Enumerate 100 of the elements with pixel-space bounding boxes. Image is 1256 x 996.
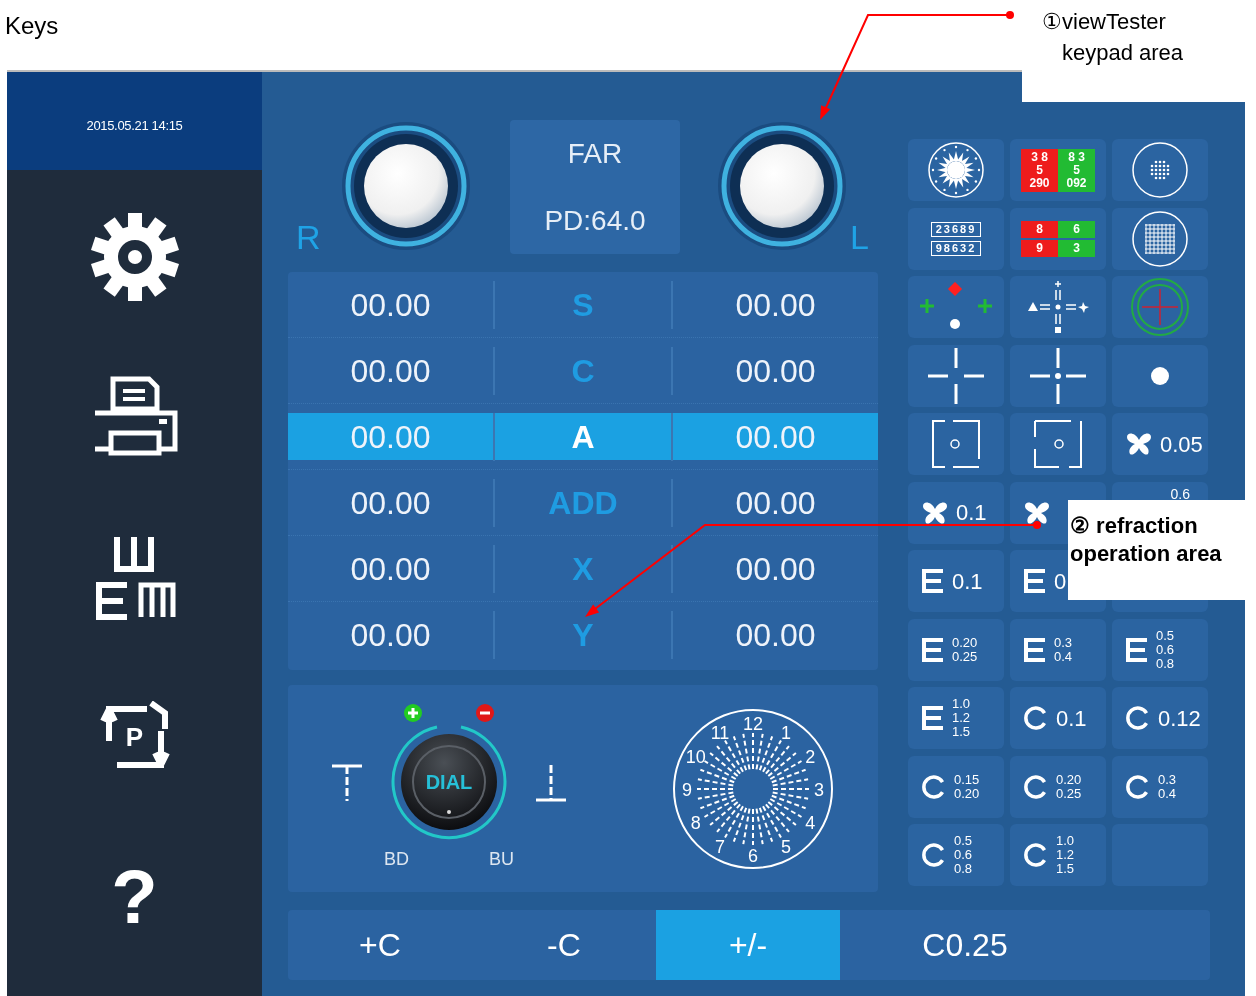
landolt-ring-icon <box>1024 774 1048 799</box>
chart-key[interactable]: 0.1 <box>908 550 1004 612</box>
left-eye-value: 00.00 <box>734 616 817 655</box>
duochrome-panel: 3 <box>1058 239 1095 257</box>
annotation-text: keypad area <box>1061 39 1185 67</box>
table-row[interactable]: 00.00 C 00.00 <box>288 347 878 394</box>
chart-key[interactable] <box>908 139 1004 201</box>
left-eye-value: 00.00 <box>734 285 817 325</box>
grid-circle-icon <box>1131 209 1189 268</box>
tumbling-e-icon <box>922 637 944 662</box>
eye-side-label: R <box>295 220 322 254</box>
dot-icon <box>1150 365 1170 386</box>
step-button[interactable]: C0.25 <box>840 910 1090 980</box>
fixation-marks-icon <box>918 282 994 332</box>
help-button[interactable]: ? <box>99 852 170 942</box>
tumbling-e-icon <box>1024 637 1046 662</box>
chart-key[interactable]: 0.20 0.25 <box>908 618 1004 681</box>
tumbling-e-icon <box>922 569 944 593</box>
right-eye-value: 00.00 <box>288 478 495 527</box>
chart-key[interactable] <box>1112 344 1208 407</box>
clock-number: 5 <box>781 836 791 857</box>
page-title: Keys <box>5 12 59 39</box>
butterfly-icon <box>1024 500 1050 525</box>
plus-icon <box>404 704 422 722</box>
program-button[interactable]: P <box>94 701 175 773</box>
chart-key[interactable]: 1.0 1.2 1.5 <box>908 687 1004 749</box>
chart-key[interactable]: 0.5 0.6 0.8 <box>908 824 1004 886</box>
clock-number: 7 <box>715 836 725 857</box>
chart-key[interactable]: 0.5 0.6 0.8 <box>1112 618 1208 681</box>
eye-lens-button[interactable] <box>716 120 848 252</box>
date-time: 2015.05.21 14:15 <box>86 117 183 135</box>
clock-number: 12 <box>743 713 763 734</box>
landolt-ring-icon <box>922 843 946 867</box>
right-eye-value: 00.00 <box>288 280 495 329</box>
base-up-label: BU <box>489 848 514 871</box>
crosshair-icon <box>1028 345 1088 406</box>
chart-key[interactable]: 0.20 0.25 <box>1010 755 1106 818</box>
chart-key[interactable]: 0.1 <box>1010 687 1106 749</box>
inverted-t-icon <box>534 762 568 803</box>
eye-side-label: L <box>850 220 869 254</box>
row-label: C <box>495 346 673 395</box>
chart-key[interactable]: 0.15 0.20 <box>908 755 1004 818</box>
clock-number: 10 <box>685 746 706 767</box>
left-eye-value: 00.00 <box>734 549 817 589</box>
eye-lens-button[interactable] <box>340 120 472 252</box>
right-eye-value: 00.00 <box>288 611 495 659</box>
minus-icon <box>476 704 494 722</box>
chart-key[interactable] <box>1010 413 1106 475</box>
annotation-text: ①viewTester <box>1042 8 1167 36</box>
dot-cluster-icon <box>1131 141 1189 199</box>
clock-number: 2 <box>805 746 816 767</box>
base-down-label: BD <box>384 848 409 871</box>
row-label: ADD <box>495 478 673 527</box>
tumbling-e-icon <box>1024 569 1046 593</box>
landolt-ring-icon <box>1126 706 1150 730</box>
left-eye-value: 00.00 <box>734 417 817 457</box>
table-row[interactable]: 00.00 S 00.00 <box>288 281 878 328</box>
clock-number: 9 <box>682 779 692 800</box>
chart-key[interactable]: 0.12 <box>1112 687 1208 749</box>
bracket-frame-icon <box>931 419 981 469</box>
chart-key[interactable]: 8 6 9 3 <box>1010 207 1106 270</box>
chart-key[interactable]: 23689 98632 <box>908 207 1004 270</box>
chart-key[interactable]: 0.05 <box>1112 413 1208 475</box>
step-button[interactable]: +C <box>288 910 472 980</box>
row-label: A <box>495 412 673 461</box>
number-frame: 98632 <box>930 240 982 256</box>
number-frame: 23689 <box>930 221 982 237</box>
butterfly-icon <box>922 500 948 525</box>
tumbling-e-icon <box>1126 637 1148 662</box>
table-row[interactable]: 00.00 ADD 00.00 <box>288 479 878 526</box>
chart-key[interactable] <box>1112 207 1208 270</box>
duochrome-panel: 3 8 5 290 <box>1021 148 1058 192</box>
chart-key[interactable] <box>1112 139 1208 201</box>
annotation-text: ② refraction <box>1070 512 1199 540</box>
duochrome-panel: 6 <box>1058 220 1095 238</box>
row-label: X <box>495 544 673 593</box>
chart-key[interactable] <box>908 413 1004 475</box>
landolt-ring-icon <box>1024 843 1048 867</box>
right-eye-value: 00.00 <box>288 346 495 395</box>
sunburst-dial-icon <box>927 141 985 199</box>
butterfly-icon <box>1126 432 1152 456</box>
pd-value: PD:64.0 <box>544 203 646 238</box>
chart-key[interactable]: 1.0 1.2 1.5 <box>1010 824 1106 886</box>
chart-key[interactable] <box>908 344 1004 407</box>
row-label: S <box>495 280 673 329</box>
right-eye-value: 00.00 <box>288 544 495 593</box>
distance-mode: FAR <box>567 136 623 171</box>
landolt-ring-icon <box>1126 774 1150 799</box>
bracket-frame-icon <box>1033 419 1083 469</box>
settings-icon <box>88 211 181 303</box>
duochrome-panel: 9 <box>1021 239 1058 257</box>
table-row[interactable]: 00.00 X 00.00 <box>288 545 878 592</box>
chart-key[interactable]: 0.3 0.4 <box>1010 618 1106 681</box>
right-eye-value: 00.00 <box>288 412 495 461</box>
chart-key[interactable] <box>1010 344 1106 407</box>
chart-key[interactable]: 0.3 0.4 <box>1112 755 1208 818</box>
step-button[interactable]: -C <box>472 910 656 980</box>
chart-key[interactable]: 0.1 <box>908 481 1004 544</box>
t-bar-icon <box>330 762 364 803</box>
chart-key[interactable]: 3 8 5 290 8 3 5 092 <box>1010 139 1106 201</box>
